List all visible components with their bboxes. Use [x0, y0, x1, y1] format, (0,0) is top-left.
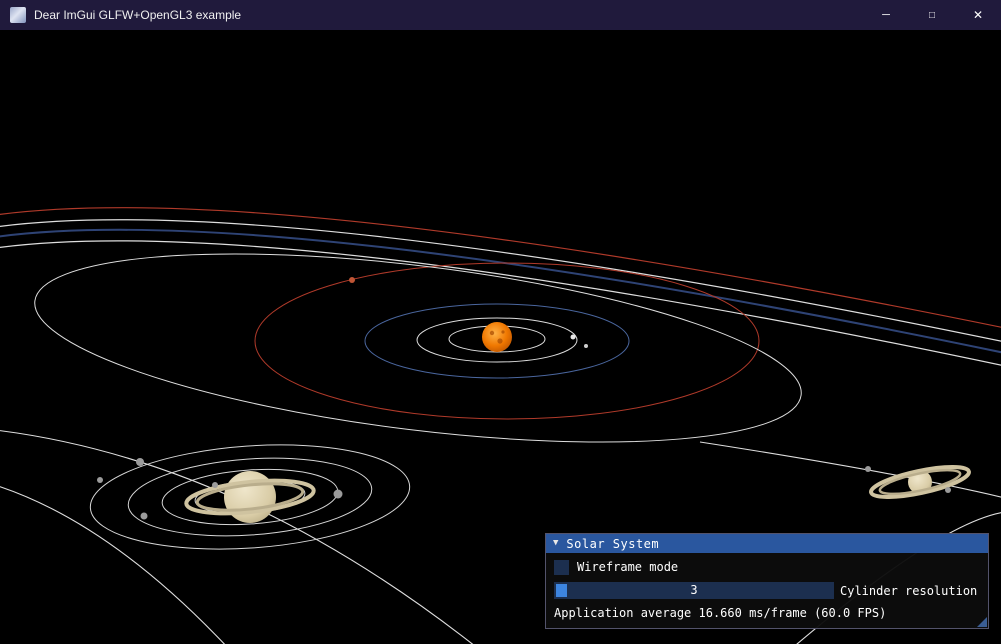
slider-value: 3	[690, 583, 698, 597]
imgui-window-title: Solar System	[566, 536, 660, 551]
titlebar[interactable]: Dear ImGui GLFW+OpenGL3 example ─ □ ✕	[0, 0, 1001, 30]
resize-grip[interactable]	[977, 617, 987, 627]
moon	[865, 466, 871, 472]
orbit-jupiter	[34, 253, 802, 443]
window-controls: ─ □ ✕	[863, 0, 1001, 30]
close-button[interactable]: ✕	[955, 0, 1001, 30]
moon	[333, 489, 343, 499]
inner-orbits	[34, 253, 802, 443]
window-title: Dear ImGui GLFW+OpenGL3 example	[34, 8, 242, 22]
sun-spot	[497, 338, 503, 344]
moon	[945, 487, 951, 493]
gl-viewport[interactable]: ▼ Solar System Wireframe mode 3 Cylinder…	[0, 30, 1001, 644]
collapse-arrow-icon[interactable]: ▼	[553, 534, 558, 553]
sun-spot	[501, 330, 505, 334]
moon	[212, 482, 218, 488]
minimize-button[interactable]: ─	[863, 0, 909, 30]
app-window: Dear ImGui GLFW+OpenGL3 example ─ □ ✕ ▼ …	[0, 0, 1001, 644]
sun-spot	[489, 330, 495, 336]
cylinder-resolution-row: 3 Cylinder resolution	[554, 582, 980, 599]
orbit-arc-saturn	[0, 430, 474, 644]
moon	[136, 458, 144, 466]
wireframe-checkbox[interactable]	[554, 559, 569, 575]
wireframe-row: Wireframe mode	[554, 559, 980, 575]
small-planet	[584, 344, 588, 348]
wireframe-label: Wireframe mode	[577, 560, 679, 574]
maximize-button[interactable]: □	[909, 0, 955, 30]
imgui-titlebar[interactable]: ▼ Solar System	[546, 534, 988, 553]
app-icon	[10, 7, 26, 23]
small-planet	[570, 334, 576, 340]
imgui-window-solar-system: ▼ Solar System Wireframe mode 3 Cylinder…	[545, 533, 989, 629]
stats-text: Application average 16.660 ms/frame (60.…	[554, 606, 887, 620]
slider-label: Cylinder resolution	[840, 583, 978, 598]
cylinder-resolution-slider[interactable]: 3	[554, 582, 834, 599]
moon	[97, 477, 103, 483]
imgui-body: Wireframe mode 3 Cylinder resolution App…	[546, 553, 988, 628]
orbit-outer-red	[0, 207, 1001, 328]
mars-planet	[349, 277, 355, 283]
bottom-left-arcs	[0, 430, 474, 644]
sun	[482, 322, 512, 352]
moon	[140, 512, 148, 520]
